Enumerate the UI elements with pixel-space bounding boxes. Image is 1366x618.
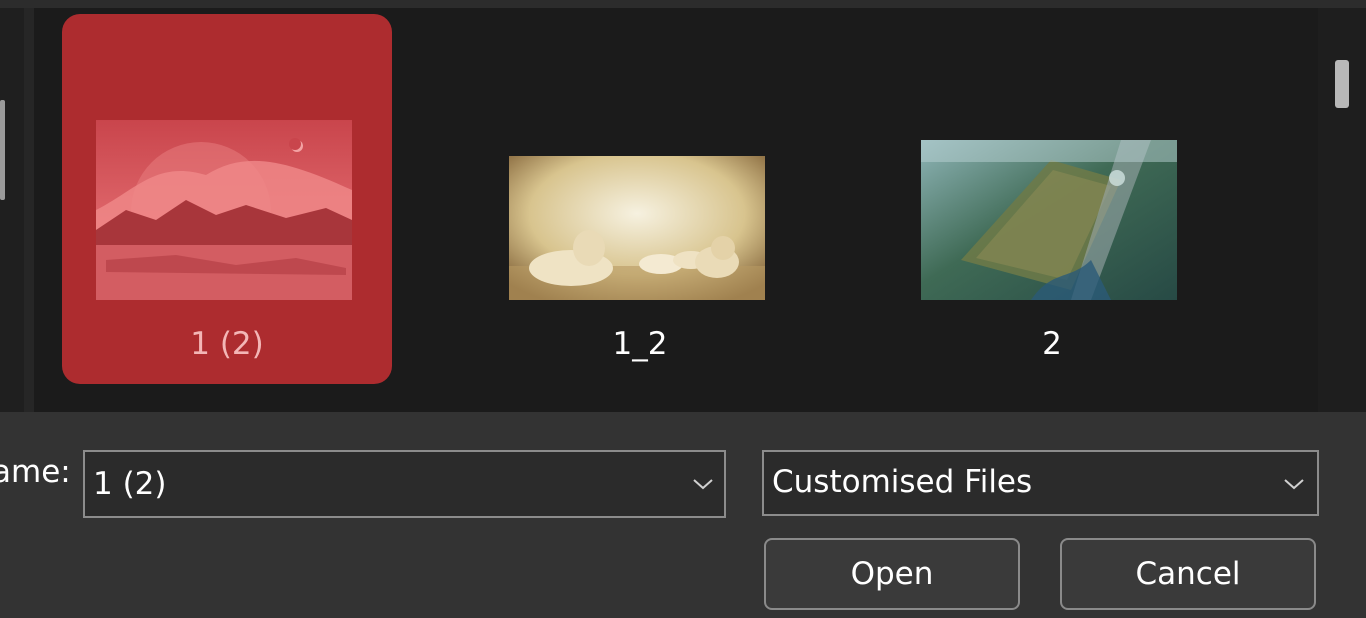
file-tile-1_2[interactable]: 1_2 <box>475 14 805 384</box>
file-tile-1-2[interactable]: 1 (2) <box>62 14 392 384</box>
file-name-combobox[interactable] <box>83 450 726 518</box>
pink-moonlit-landscape-thumbnail <box>96 120 352 300</box>
file-view: 1 (2) 1_2 2 <box>34 8 1314 412</box>
open-button[interactable]: Open <box>764 538 1020 610</box>
window-top-strip <box>0 0 1366 8</box>
vertical-scrollbar-thumb[interactable] <box>1335 60 1349 108</box>
file-name-label: 1 (2) <box>190 326 264 362</box>
file-name-label: 1_2 <box>612 326 668 362</box>
file-name-label-text: ame: <box>0 454 71 490</box>
chevron-down-icon[interactable] <box>691 474 715 494</box>
cancel-button[interactable]: Cancel <box>1060 538 1316 610</box>
file-type-value: Customised Files <box>772 464 1033 500</box>
file-name-input[interactable] <box>93 452 653 516</box>
file-name-label: 2 <box>1042 326 1062 362</box>
navigation-pane[interactable] <box>0 8 24 412</box>
white-lions-thumbnail <box>509 156 765 300</box>
chevron-down-icon[interactable] <box>1282 474 1306 494</box>
pane-splitter[interactable] <box>24 8 34 412</box>
file-tile-2[interactable]: 2 <box>887 14 1217 384</box>
aerial-city-thumbnail <box>921 140 1177 300</box>
file-type-dropdown[interactable]: Customised Files <box>762 450 1319 516</box>
navigation-scrollbar-thumb[interactable] <box>0 100 5 200</box>
dialog-footer: ame: Customised Files Open Cancel <box>0 412 1366 618</box>
